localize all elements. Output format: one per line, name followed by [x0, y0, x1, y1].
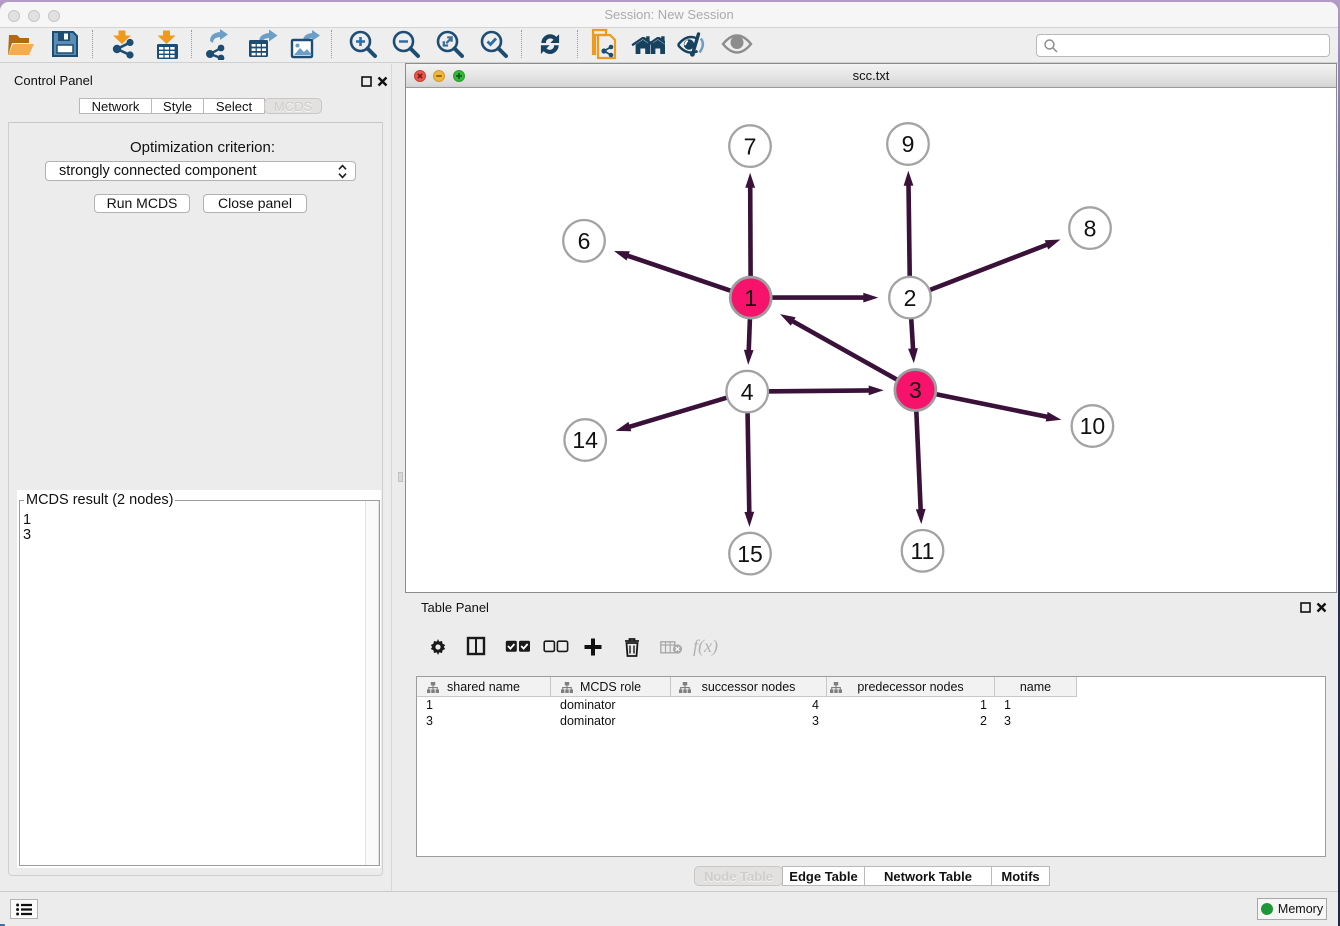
svg-text:8: 8: [1084, 215, 1097, 241]
svg-text:2: 2: [904, 284, 917, 310]
svg-text:7: 7: [744, 133, 757, 159]
svg-text:3: 3: [909, 377, 922, 403]
svg-text:10: 10: [1080, 413, 1106, 439]
svg-text:14: 14: [572, 427, 598, 453]
svg-text:1: 1: [744, 284, 757, 310]
svg-text:9: 9: [902, 131, 915, 157]
svg-text:15: 15: [737, 540, 763, 566]
svg-text:4: 4: [741, 378, 754, 404]
svg-text:6: 6: [578, 228, 591, 254]
svg-text:11: 11: [911, 538, 935, 564]
